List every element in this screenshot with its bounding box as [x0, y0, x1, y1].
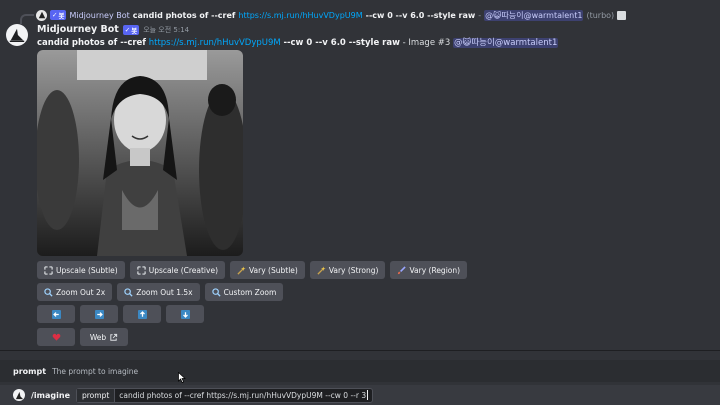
magic-wand-icon: [317, 265, 326, 275]
extra-row: Web: [37, 328, 128, 346]
zoom-out-1-5x-button[interactable]: Zoom Out 1.5x: [117, 283, 200, 301]
bot-badge: ✓ 봇: [122, 24, 140, 35]
pan-left-button[interactable]: [37, 305, 75, 323]
arrow-right-icon: [94, 309, 104, 319]
bot-badge: ✓ 봇: [50, 10, 67, 20]
prompt-params: --cw 0 --v 6.0 --style raw: [283, 38, 400, 48]
upscale-subtle-button[interactable]: Upscale (Subtle): [37, 261, 125, 279]
magnifier-icon: [44, 287, 53, 297]
generated-image[interactable]: [37, 50, 243, 256]
brush-icon: [397, 265, 407, 275]
vary-strong-button[interactable]: Vary (Strong): [309, 261, 386, 279]
slash-command: /imagine: [31, 390, 70, 400]
message-timestamp: 오늘 오전 5:14: [143, 25, 190, 34]
bot-avatar-small: [36, 9, 47, 21]
image-number: - Image #3: [402, 38, 451, 48]
custom-zoom-button[interactable]: Custom Zoom: [204, 283, 284, 301]
upscale-icon: [44, 265, 53, 275]
prompt-text: candid photos of --cref: [37, 38, 147, 48]
cref-link[interactable]: https://s.mj.run/hHuvVDypU9M: [149, 38, 281, 48]
arrow-up-icon: [137, 309, 147, 319]
vary-subtle-button[interactable]: Vary (Subtle): [230, 261, 305, 279]
reply-link[interactable]: https://s.mj.run/hHuvVDypU9M: [238, 11, 362, 20]
vary-region-label: Vary (Region): [409, 265, 461, 275]
image-attachment-icon: [617, 10, 627, 20]
option-description: The prompt to imagine: [52, 366, 139, 376]
prompt-option-value[interactable]: candid photos of --cref https://s.mj.run…: [115, 390, 372, 400]
web-label: Web: [89, 332, 107, 342]
option-name: prompt: [13, 366, 47, 376]
reply-mode: (turbo): [586, 10, 615, 20]
magnifier-icon: [211, 287, 221, 297]
upscale-creative-label: Upscale (Creative): [148, 265, 218, 275]
prompt-option-key: prompt: [77, 388, 116, 402]
arrow-down-icon: [180, 309, 190, 319]
reply-params: --cw 0 --v 6.0 --style raw: [365, 10, 476, 20]
custom-zoom-label: Custom Zoom: [223, 287, 277, 297]
zoom-row: Zoom Out 2x Zoom Out 1.5x Custom Zoom: [37, 283, 284, 301]
vary-strong-label: Vary (Strong): [328, 265, 379, 275]
message-content: candid photos of --cref https://s.mj.run…: [37, 36, 559, 48]
arrow-left-icon: [51, 309, 61, 319]
text-caret: [367, 390, 369, 400]
prompt-option-value-text: candid photos of --cref https://s.mj.run…: [119, 390, 367, 400]
magnifier-icon: [124, 287, 133, 297]
reply-mention[interactable]: @😺따능이@warmtalent1: [484, 9, 584, 21]
divider: [0, 350, 720, 351]
upscale-vary-row: Upscale (Subtle) Upscale (Creative) Vary…: [37, 261, 468, 279]
like-button[interactable]: [37, 328, 75, 346]
user-mention[interactable]: @😺따능이@warmtalent1: [452, 38, 559, 48]
zoom-out-2x-button[interactable]: Zoom Out 2x: [37, 283, 113, 301]
external-link-icon: [109, 333, 118, 342]
reply-author[interactable]: Midjourney Bot: [69, 11, 129, 20]
option-hint-bar[interactable]: prompt The prompt to imagine: [0, 360, 720, 382]
bot-avatar-small: [13, 389, 25, 401]
message-input-bar[interactable]: /imagine prompt candid photos of --cref …: [0, 385, 720, 405]
upscale-creative-button[interactable]: Upscale (Creative): [129, 261, 225, 279]
reply-prompt: candid photos of --cref: [132, 10, 236, 20]
reply-preview[interactable]: ✓ 봇 Midjourney Bot candid photos of --cre…: [36, 8, 627, 22]
zoom-out-2x-label: Zoom Out 2x: [56, 287, 106, 297]
bot-avatar[interactable]: [6, 24, 28, 46]
reply-separator: -: [478, 10, 482, 20]
pan-up-button[interactable]: [123, 305, 161, 323]
mouse-cursor-icon: [178, 372, 186, 383]
prompt-option-field[interactable]: prompt candid photos of --cref https://s…: [76, 387, 374, 403]
pan-right-button[interactable]: [80, 305, 118, 323]
vary-region-button[interactable]: Vary (Region): [390, 261, 468, 279]
upscale-subtle-label: Upscale (Subtle): [56, 265, 118, 275]
pan-down-button[interactable]: [166, 305, 204, 323]
message-author[interactable]: Midjourney Bot: [37, 24, 119, 35]
message-header: Midjourney Bot ✓ 봇 오늘 오전 5:14: [37, 23, 189, 36]
zoom-out-1-5x-label: Zoom Out 1.5x: [136, 287, 193, 297]
heart-icon: [52, 333, 61, 342]
pan-row: [37, 305, 204, 323]
magic-wand-icon: [237, 265, 246, 275]
vary-subtle-label: Vary (Subtle): [249, 265, 298, 275]
web-button[interactable]: Web: [80, 328, 128, 346]
upscale-icon: [137, 265, 146, 275]
reply-spine: [20, 14, 34, 24]
